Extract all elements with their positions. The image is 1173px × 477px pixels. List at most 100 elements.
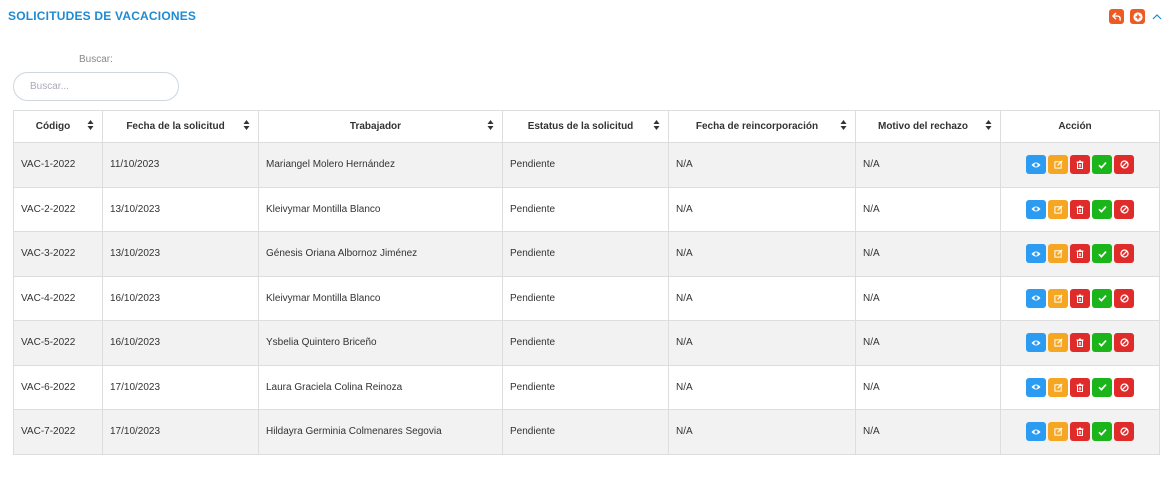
- check-icon: [1097, 339, 1107, 347]
- cell-actions: [1000, 186, 1160, 232]
- view-button[interactable]: [1026, 288, 1046, 308]
- cell-reincorporacion: N/A: [668, 142, 856, 188]
- ok-button[interactable]: [1092, 244, 1112, 264]
- table-row: VAC-7-2022 17/10/2023 Hildayra Germinia Co…: [13, 409, 1160, 455]
- trash-icon: [1076, 294, 1084, 303]
- ok-button[interactable]: [1092, 377, 1112, 397]
- cell-motivo: N/A: [855, 275, 1001, 321]
- column-header-trabajador[interactable]: Trabajador: [258, 110, 503, 143]
- edit-button[interactable]: [1048, 155, 1068, 175]
- rej-button[interactable]: [1114, 422, 1134, 442]
- eye-icon: [1031, 339, 1041, 347]
- edit-button[interactable]: [1048, 377, 1068, 397]
- view-button[interactable]: [1026, 155, 1046, 175]
- row-actions: [1026, 377, 1134, 397]
- del-button[interactable]: [1070, 333, 1090, 353]
- view-button[interactable]: [1026, 244, 1046, 264]
- row-actions: [1026, 199, 1134, 219]
- eye-icon: [1031, 250, 1041, 258]
- edit-icon: [1053, 160, 1063, 169]
- ok-button[interactable]: [1092, 155, 1112, 175]
- column-header-label: Código: [35, 121, 71, 132]
- sort-icon[interactable]: [87, 119, 94, 131]
- sort-icon[interactable]: [653, 119, 660, 131]
- cell-reincorporacion: N/A: [668, 364, 856, 410]
- ok-button[interactable]: [1092, 422, 1112, 442]
- sort-icon[interactable]: [840, 119, 847, 131]
- cell-fecha: 16/10/2023: [102, 275, 259, 321]
- sort-icon[interactable]: [985, 119, 992, 131]
- column-header-label: Trabajador: [349, 121, 402, 132]
- edit-button[interactable]: [1048, 244, 1068, 264]
- cell-codigo: VAC-5-2022: [13, 320, 103, 366]
- rej-button[interactable]: [1114, 199, 1134, 219]
- rej-button[interactable]: [1114, 244, 1134, 264]
- cell-motivo: N/A: [855, 231, 1001, 277]
- cell-reincorporacion: N/A: [668, 275, 856, 321]
- table-row: VAC-4-2022 16/10/2023 Kleivymar Montilla B…: [13, 275, 1160, 321]
- edit-button[interactable]: [1048, 333, 1068, 353]
- trash-icon: [1076, 338, 1084, 348]
- column-header-accion: Acción: [1000, 110, 1160, 143]
- column-header-label: Acción: [1058, 121, 1092, 132]
- column-header-fecha-de-reincorporacion[interactable]: Fecha de reincorporación: [668, 110, 856, 143]
- sort-icon[interactable]: [243, 119, 250, 131]
- edit-icon: [1053, 383, 1063, 392]
- sort-icon[interactable]: [487, 119, 494, 131]
- table-header-row: Código Fecha de la solicitud Trabajador Est…: [13, 110, 1160, 143]
- column-header-codigo[interactable]: Código: [13, 110, 103, 143]
- trash-icon: [1076, 205, 1084, 214]
- edit-button[interactable]: [1048, 422, 1068, 442]
- column-header-label: Fecha de reincorporación: [695, 121, 819, 132]
- view-button[interactable]: [1026, 377, 1046, 397]
- check-icon: [1097, 161, 1107, 169]
- rej-button[interactable]: [1114, 155, 1134, 175]
- cell-trabajador: Kleivymar Montilla Blanco: [258, 186, 503, 232]
- del-button[interactable]: [1070, 155, 1090, 175]
- view-button[interactable]: [1026, 199, 1046, 219]
- cell-estatus: Pendiente: [502, 231, 669, 277]
- cell-fecha: 11/10/2023: [102, 142, 259, 188]
- cell-actions: [1000, 320, 1160, 366]
- table-row: VAC-6-2022 17/10/2023 Laura Graciela Colin…: [13, 364, 1160, 410]
- column-header-motivo-del-rechazo[interactable]: Motivo del rechazo: [855, 110, 1001, 143]
- row-actions: [1026, 333, 1134, 353]
- check-icon: [1097, 383, 1107, 392]
- del-button[interactable]: [1070, 422, 1090, 442]
- column-header-label: Estatus de la solicitud: [527, 121, 634, 132]
- eye-icon: [1031, 428, 1041, 436]
- ok-button[interactable]: [1092, 288, 1112, 308]
- cell-trabajador: Hildayra Germinia Colmenares Segovia: [258, 409, 503, 455]
- row-actions: [1026, 244, 1134, 264]
- rej-button[interactable]: [1114, 377, 1134, 397]
- view-button[interactable]: [1026, 333, 1046, 353]
- ok-button[interactable]: [1092, 199, 1112, 219]
- del-button[interactable]: [1070, 377, 1090, 397]
- cell-reincorporacion: N/A: [668, 409, 856, 455]
- view-button[interactable]: [1026, 422, 1046, 442]
- edit-button[interactable]: [1048, 288, 1068, 308]
- search-input[interactable]: [13, 72, 179, 101]
- trash-icon: [1076, 427, 1084, 437]
- edit-icon: [1053, 294, 1063, 303]
- del-button[interactable]: [1070, 199, 1090, 219]
- rej-button[interactable]: [1114, 333, 1134, 353]
- column-header-estatus-de-la-solicitud[interactable]: Estatus de la solicitud: [502, 110, 669, 143]
- column-header-fecha-de-la-solicitud[interactable]: Fecha de la solicitud: [102, 110, 259, 143]
- add-button[interactable]: [1130, 9, 1145, 24]
- undo-button[interactable]: [1109, 9, 1124, 24]
- del-button[interactable]: [1070, 288, 1090, 308]
- edit-icon: [1053, 205, 1063, 214]
- panel-title: SOLICITUDES DE VACACIONES: [8, 9, 197, 23]
- ok-button[interactable]: [1092, 333, 1112, 353]
- edit-button[interactable]: [1048, 199, 1068, 219]
- cell-motivo: N/A: [855, 364, 1001, 410]
- rej-button[interactable]: [1114, 288, 1134, 308]
- table-body: VAC-1-2022 11/10/2023 Mariangel Molero Her…: [13, 142, 1160, 455]
- cell-motivo: N/A: [855, 186, 1001, 232]
- del-button[interactable]: [1070, 244, 1090, 264]
- collapse-button[interactable]: [1151, 9, 1163, 24]
- edit-icon: [1053, 338, 1063, 347]
- cell-reincorporacion: N/A: [668, 186, 856, 232]
- add-circle-icon: [1132, 11, 1143, 22]
